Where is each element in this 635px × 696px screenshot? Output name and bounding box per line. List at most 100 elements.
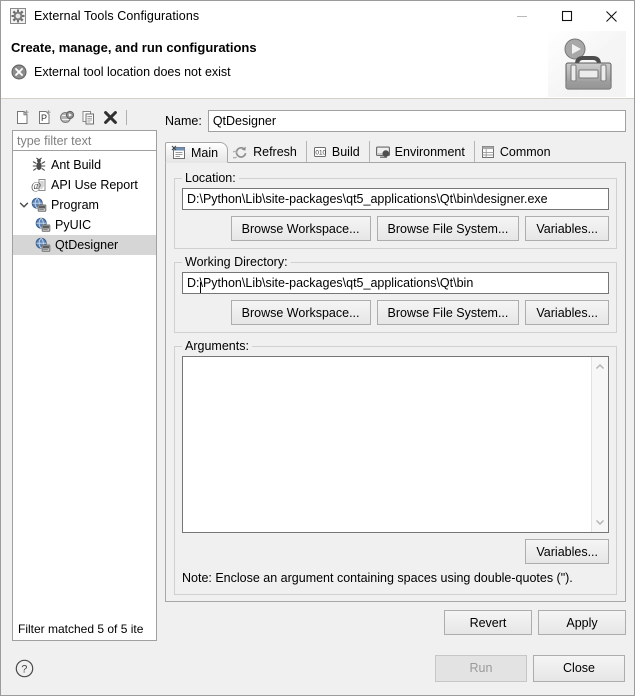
tree-item-api-use-report[interactable]: @ API Use Report xyxy=(13,175,156,195)
delete-configuration-icon[interactable] xyxy=(100,107,121,128)
common-tab-icon xyxy=(480,144,496,160)
tab-label: Common xyxy=(499,144,551,159)
tree-expander-expanded-icon[interactable] xyxy=(17,200,31,210)
tab-main[interactable]: Main xyxy=(165,142,229,163)
main-tab-page: Location: D:\Python\Lib\site-packages\qt… xyxy=(165,163,626,602)
window-controls xyxy=(499,1,634,31)
tree-items: Ant Build @ API Use Report Program PyUIC… xyxy=(13,151,156,255)
program-icon xyxy=(35,237,51,253)
validation-message-text: External tool location does not exist xyxy=(34,65,231,79)
dialog-footer: ? Run Close xyxy=(1,641,634,695)
minimize-button[interactable] xyxy=(499,1,544,31)
main-tab-icon xyxy=(171,145,187,161)
location-browse-file-system-button[interactable]: Browse File System... xyxy=(376,216,520,241)
program-icon xyxy=(35,217,51,233)
filter-input[interactable]: type filter text xyxy=(12,130,157,151)
arguments-text[interactable] xyxy=(183,357,591,532)
location-buttons: Browse Workspace... Browse File System..… xyxy=(182,216,609,241)
name-input[interactable]: QtDesigner xyxy=(207,110,626,132)
page-title: Create, manage, and run configurations xyxy=(11,40,257,55)
help-question-icon[interactable]: ? xyxy=(15,659,34,678)
tab-build[interactable]: 010 Build xyxy=(307,141,370,162)
svg-text:P: P xyxy=(41,113,47,123)
configuration-editor-pane: Name: QtDesigner Main Refresh 010 Build … xyxy=(165,105,626,641)
close-button-footer[interactable]: Close xyxy=(533,654,625,682)
program-icon xyxy=(31,197,47,213)
svg-text:010: 010 xyxy=(315,149,326,156)
error-circle-x-icon xyxy=(11,64,27,80)
arguments-variables-button[interactable]: Variables... xyxy=(525,539,609,564)
tree-item-label: Program xyxy=(51,198,99,212)
external-tools-gear-icon xyxy=(10,8,26,24)
validation-message: External tool location does not exist xyxy=(11,64,634,80)
tree-toolbar: P xyxy=(7,105,159,129)
workdir-variables-button[interactable]: Variables... xyxy=(525,300,609,325)
new-prototype-icon[interactable]: P xyxy=(34,107,55,128)
working-directory-value-after-caret: \Python\Lib\site-packages\qt5_applicatio… xyxy=(199,276,474,290)
arguments-buttons: Variables... xyxy=(182,539,609,564)
tab-label: Build xyxy=(331,144,360,159)
scroll-up-icon[interactable] xyxy=(595,360,605,374)
tab-label: Environment xyxy=(394,144,465,159)
tab-label: Main xyxy=(191,145,219,160)
run-button[interactable]: Run xyxy=(435,654,527,682)
arguments-scrollbar[interactable] xyxy=(591,357,608,532)
maximize-button[interactable] xyxy=(544,1,589,31)
location-legend: Location: xyxy=(185,171,236,185)
toolbar-separator xyxy=(126,109,127,125)
name-label: Name: xyxy=(165,114,202,128)
tree-item-label: PyUIC xyxy=(55,218,92,232)
filter-placeholder: type filter text xyxy=(17,133,92,148)
tree-item-label: Ant Build xyxy=(51,158,102,172)
workdir-browse-file-system-button[interactable]: Browse File System... xyxy=(376,300,520,325)
title-bar: External Tools Configurations xyxy=(1,1,634,31)
tab-common[interactable]: Common xyxy=(475,141,560,162)
tab-environment[interactable]: Environment xyxy=(370,141,475,162)
revert-button[interactable]: Revert xyxy=(444,610,532,635)
svg-text:@: @ xyxy=(31,180,41,192)
export-configuration-icon[interactable] xyxy=(56,107,77,128)
footer-buttons: Run Close xyxy=(435,654,625,682)
working-directory-group: Working Directory: D: \Python\Lib\site-pa… xyxy=(174,255,617,333)
location-browse-workspace-button[interactable]: Browse Workspace... xyxy=(230,216,371,241)
apply-button[interactable]: Apply xyxy=(538,610,626,635)
tree-item-ant-build[interactable]: Ant Build xyxy=(13,155,156,175)
duplicate-configuration-icon[interactable] xyxy=(78,107,99,128)
workdir-browse-workspace-button[interactable]: Browse Workspace... xyxy=(230,300,371,325)
arguments-legend: Arguments: xyxy=(185,339,249,353)
window-title: External Tools Configurations xyxy=(34,9,200,23)
new-configuration-icon[interactable] xyxy=(12,107,33,128)
tree-item-label: QtDesigner xyxy=(55,238,119,252)
tree-item-pyuic[interactable]: PyUIC xyxy=(13,215,156,235)
tree-item-qtdesigner[interactable]: QtDesigner xyxy=(13,235,156,255)
arguments-group: Arguments: Variables... Note: Enclose an… xyxy=(174,339,617,595)
name-row: Name: QtDesigner xyxy=(165,109,626,133)
configurations-pane: P type filter text Ant Build @ API Use R… xyxy=(7,105,159,641)
filter-status-text: Filter matched 5 of 5 ite xyxy=(18,622,144,636)
working-directory-legend: Working Directory: xyxy=(185,255,288,269)
tab-label: Refresh xyxy=(253,144,297,159)
working-directory-buttons: Browse Workspace... Browse File System..… xyxy=(182,300,609,325)
location-input[interactable]: D:\Python\Lib\site-packages\qt5_applicat… xyxy=(182,188,609,210)
build-tab-icon: 010 xyxy=(312,144,328,160)
tab-strip: Main Refresh 010 Build Environment Commo… xyxy=(165,140,626,163)
tab-refresh[interactable]: Refresh xyxy=(228,141,307,162)
tree-item-program[interactable]: Program xyxy=(13,195,156,215)
refresh-tab-icon xyxy=(230,144,249,160)
location-variables-button[interactable]: Variables... xyxy=(525,216,609,241)
close-button[interactable] xyxy=(589,1,634,31)
dialog-body: P type filter text Ant Build @ API Use R… xyxy=(1,99,634,641)
arguments-note: Note: Enclose an argument containing spa… xyxy=(182,571,573,585)
environment-tab-icon xyxy=(375,144,391,160)
ant-build-icon xyxy=(31,157,47,173)
working-directory-input[interactable]: D: \Python\Lib\site-packages\qt5_applicat… xyxy=(182,272,609,294)
scroll-down-icon[interactable] xyxy=(595,515,605,529)
tab-folder: Main Refresh 010 Build Environment Commo… xyxy=(165,140,626,602)
working-directory-value-before-caret: D: xyxy=(187,276,200,290)
toolbox-run-icon xyxy=(548,31,626,97)
dialog-header-banner: Create, manage, and run configurations E… xyxy=(1,31,634,99)
apply-revert-row: Revert Apply xyxy=(165,602,626,641)
configurations-tree[interactable]: Ant Build @ API Use Report Program PyUIC… xyxy=(12,151,157,641)
arguments-textarea[interactable] xyxy=(182,356,609,533)
api-use-report-icon: @ xyxy=(31,177,47,193)
